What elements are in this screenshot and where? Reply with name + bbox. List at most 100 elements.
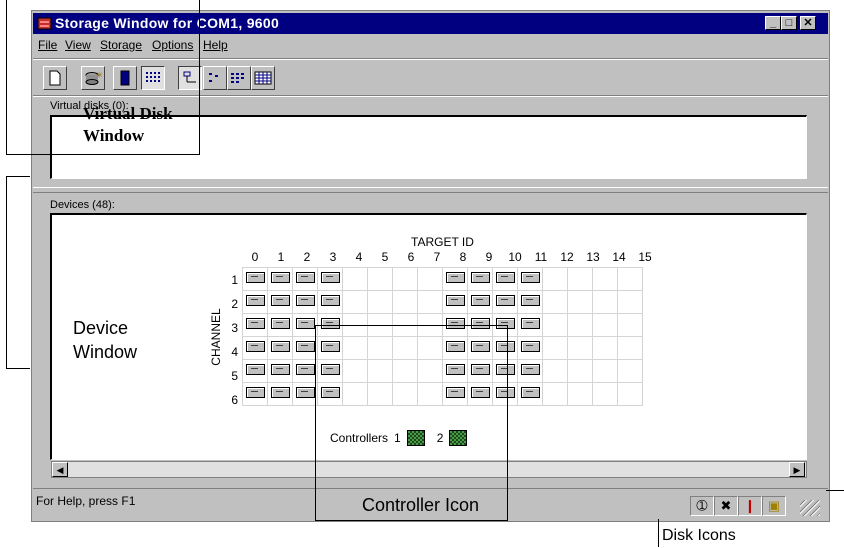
device-slot[interactable] (242, 336, 268, 360)
device-slot[interactable] (417, 290, 443, 314)
disk-icon[interactable] (295, 364, 315, 375)
device-slot[interactable] (567, 359, 593, 383)
tools-icon[interactable]: ✖ (714, 496, 738, 516)
device-slot[interactable] (267, 359, 293, 383)
circled-one-icon[interactable]: ➀ (690, 496, 714, 516)
device-slot[interactable] (267, 267, 293, 291)
device-slot[interactable] (492, 290, 518, 314)
list-view-button[interactable] (203, 66, 227, 90)
device-slot[interactable] (517, 336, 543, 360)
disk-icon[interactable] (270, 364, 290, 375)
device-slot[interactable] (242, 359, 268, 383)
disk-icon[interactable] (270, 272, 290, 283)
device-slot[interactable] (567, 313, 593, 337)
battery-icon[interactable]: ▣ (762, 496, 786, 516)
disk-icon[interactable] (520, 318, 540, 329)
table-view-button[interactable] (251, 66, 275, 90)
disk-icon[interactable] (520, 295, 540, 306)
device-slot[interactable] (592, 267, 618, 291)
disk-icon[interactable] (295, 387, 315, 398)
scroll-left-button[interactable]: ◀ (52, 462, 68, 477)
device-slot[interactable] (267, 313, 293, 337)
disk-icon[interactable] (295, 341, 315, 352)
disk-icon[interactable] (245, 295, 265, 306)
disk-icon[interactable] (295, 318, 315, 329)
device-slot[interactable] (567, 290, 593, 314)
device-slot[interactable] (242, 382, 268, 406)
device-slot[interactable] (542, 336, 568, 360)
device-slot[interactable] (542, 359, 568, 383)
disk-icon[interactable] (445, 295, 465, 306)
device-slot[interactable] (592, 359, 618, 383)
disk-icon[interactable] (470, 295, 490, 306)
disk-icon[interactable] (245, 387, 265, 398)
device-slot[interactable] (517, 313, 543, 337)
device-slot[interactable] (592, 290, 618, 314)
device-slot[interactable] (267, 290, 293, 314)
disk-icon[interactable] (245, 272, 265, 283)
pane-splitter[interactable] (33, 187, 828, 193)
device-slot[interactable] (567, 382, 593, 406)
device-slot[interactable] (267, 382, 293, 406)
scroll-right-button[interactable]: ▶ (789, 462, 805, 477)
device-slot[interactable] (442, 290, 468, 314)
device-slot[interactable] (342, 267, 368, 291)
device-slot[interactable] (517, 359, 543, 383)
device-slot[interactable] (242, 313, 268, 337)
device-slot[interactable] (292, 336, 318, 360)
device-slot[interactable] (567, 267, 593, 291)
disk-icon[interactable] (495, 295, 515, 306)
device-slot[interactable] (542, 267, 568, 291)
device-slot[interactable] (292, 382, 318, 406)
device-slot[interactable] (317, 267, 343, 291)
resize-grip[interactable] (800, 500, 820, 516)
device-slot[interactable] (467, 267, 493, 291)
disk-icon[interactable] (520, 387, 540, 398)
device-slot[interactable] (617, 382, 643, 406)
disk-icon[interactable] (320, 295, 340, 306)
disk-icon[interactable] (245, 318, 265, 329)
device-slot[interactable] (292, 267, 318, 291)
device-slot[interactable] (292, 290, 318, 314)
disk-icon[interactable] (270, 387, 290, 398)
device-slot[interactable] (392, 290, 418, 314)
detail-view-button[interactable] (227, 66, 251, 90)
disk-icon[interactable] (320, 272, 340, 283)
device-slot[interactable] (617, 313, 643, 337)
disk-icon[interactable] (245, 341, 265, 352)
device-slot[interactable] (292, 359, 318, 383)
disk-icon[interactable] (520, 272, 540, 283)
device-slot[interactable] (492, 267, 518, 291)
disk-icon[interactable] (520, 364, 540, 375)
device-slot[interactable] (242, 267, 268, 291)
device-slot[interactable] (617, 267, 643, 291)
device-slot[interactable] (267, 336, 293, 360)
close-button[interactable]: ✕ (800, 16, 816, 30)
disk-icon[interactable] (270, 295, 290, 306)
disk-icon[interactable] (270, 318, 290, 329)
device-slot[interactable] (342, 290, 368, 314)
device-slot[interactable] (292, 313, 318, 337)
device-slot[interactable] (567, 336, 593, 360)
device-slot[interactable] (542, 382, 568, 406)
disk-icon[interactable] (470, 272, 490, 283)
device-slot[interactable] (592, 336, 618, 360)
device-slot[interactable] (417, 267, 443, 291)
device-slot[interactable] (617, 290, 643, 314)
device-slot[interactable] (542, 290, 568, 314)
device-slot[interactable] (367, 267, 393, 291)
device-slot[interactable] (367, 290, 393, 314)
thermometer-icon[interactable]: ❙ (738, 496, 762, 516)
disk-icon[interactable] (245, 364, 265, 375)
device-slot[interactable] (467, 290, 493, 314)
device-slot[interactable] (617, 359, 643, 383)
disk-icon[interactable] (295, 272, 315, 283)
device-slot[interactable] (617, 336, 643, 360)
menu-help[interactable]: Help (203, 38, 228, 52)
disk-icon[interactable] (270, 341, 290, 352)
minimize-button[interactable]: _ (765, 16, 781, 30)
device-slot[interactable] (392, 267, 418, 291)
device-slot[interactable] (542, 313, 568, 337)
device-slot[interactable] (592, 382, 618, 406)
device-slot[interactable] (317, 290, 343, 314)
